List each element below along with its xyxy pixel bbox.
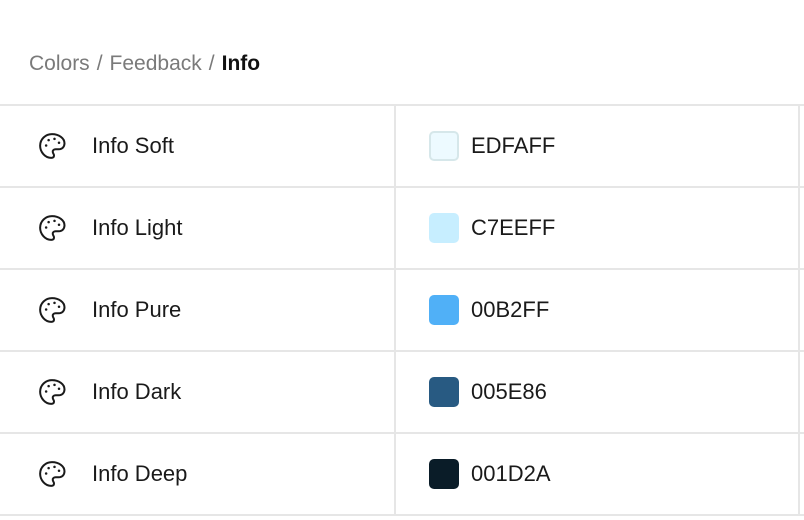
color-token-page: Colors / Feedback / Info Info Soft EDFAFF xyxy=(0,0,804,520)
palette-icon xyxy=(37,459,67,489)
palette-icon xyxy=(37,295,67,325)
breadcrumb: Colors / Feedback / Info xyxy=(29,50,260,78)
color-name-cell: Info Dark xyxy=(0,352,396,432)
color-swatch[interactable] xyxy=(429,131,459,161)
color-name-cell: Info Light xyxy=(0,188,396,268)
color-value-cell: C7EEFF xyxy=(396,188,800,268)
breadcrumb-feedback[interactable]: Feedback xyxy=(110,52,202,75)
table-row[interactable]: Info Soft EDFAFF xyxy=(0,106,804,188)
color-hex: C7EEFF xyxy=(471,215,556,240)
table-row[interactable]: Info Deep 001D2A xyxy=(0,434,804,516)
color-hex: EDFAFF xyxy=(471,133,556,158)
breadcrumb-current: Info xyxy=(221,52,261,75)
color-hex: 00B2FF xyxy=(471,297,550,322)
table-row[interactable]: Info Dark 005E86 xyxy=(0,352,804,434)
color-table: Info Soft EDFAFF Info Light C7EEFF Info … xyxy=(0,104,804,516)
color-value-cell: 005E86 xyxy=(396,352,800,432)
color-name: Info Dark xyxy=(92,379,182,404)
color-name: Info Light xyxy=(92,215,183,240)
breadcrumb-separator: / xyxy=(96,52,103,75)
color-name: Info Soft xyxy=(92,133,174,158)
palette-icon xyxy=(37,131,67,161)
palette-icon xyxy=(37,213,67,243)
table-row[interactable]: Info Pure 00B2FF xyxy=(0,270,804,352)
color-name-cell: Info Pure xyxy=(0,270,396,350)
palette-icon xyxy=(37,377,67,407)
breadcrumb-separator: / xyxy=(208,52,215,75)
color-value-cell: 00B2FF xyxy=(396,270,800,350)
color-name: Info Deep xyxy=(92,461,188,486)
color-swatch[interactable] xyxy=(429,377,459,407)
color-hex: 005E86 xyxy=(471,379,547,404)
color-swatch[interactable] xyxy=(429,459,459,489)
breadcrumb-colors[interactable]: Colors xyxy=(29,52,90,75)
table-row[interactable]: Info Light C7EEFF xyxy=(0,188,804,270)
color-hex: 001D2A xyxy=(471,461,551,486)
color-name-cell: Info Soft xyxy=(0,106,396,186)
color-name-cell: Info Deep xyxy=(0,434,396,514)
color-swatch[interactable] xyxy=(429,295,459,325)
color-swatch[interactable] xyxy=(429,213,459,243)
color-value-cell: 001D2A xyxy=(396,434,800,514)
color-value-cell: EDFAFF xyxy=(396,106,800,186)
color-name: Info Pure xyxy=(92,297,182,322)
